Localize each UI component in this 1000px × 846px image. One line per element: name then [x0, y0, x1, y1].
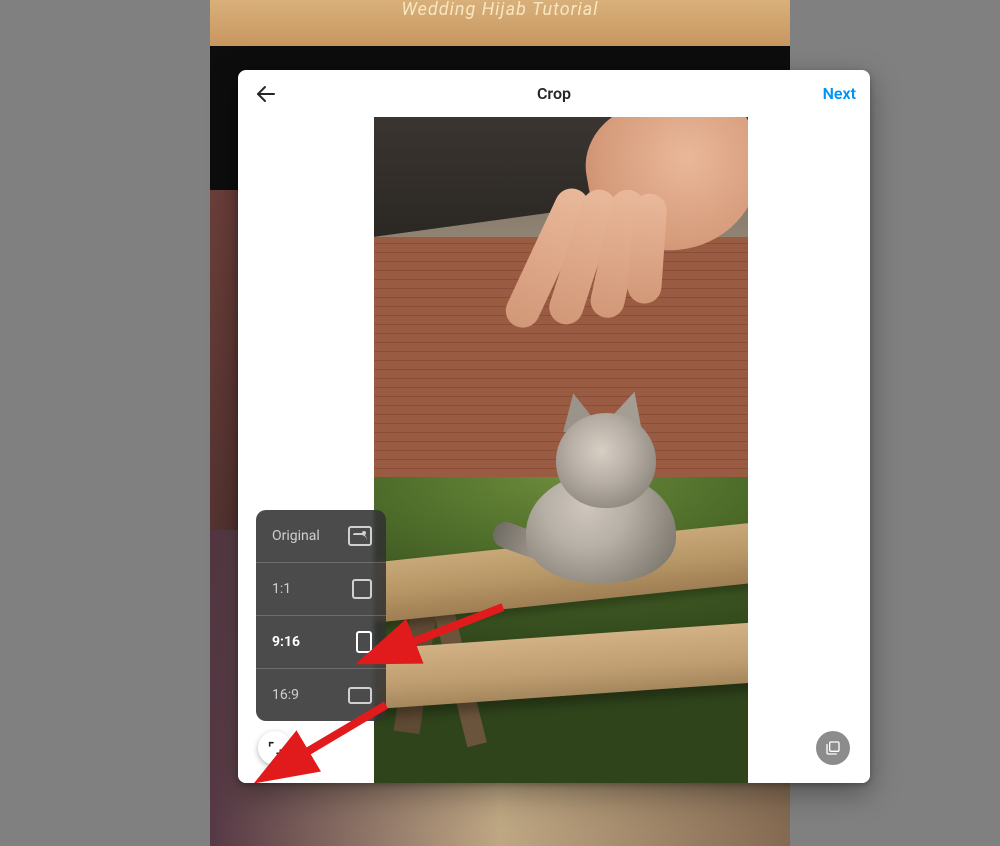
square-icon [352, 579, 372, 599]
aspect-option-label: 1:1 [272, 581, 291, 597]
crop-stage: Original 1:1 9:16 16:9 [238, 117, 870, 783]
image-icon [348, 526, 372, 546]
scene-kitten [501, 383, 691, 583]
header-bar: Crop Next [238, 70, 870, 118]
select-multiple-button[interactable] [816, 731, 850, 765]
background-banner-text: Wedding Hijab Tutorial [210, 0, 790, 20]
back-button[interactable] [246, 70, 286, 117]
crop-dialog: Crop Next [238, 70, 870, 783]
page-title: Crop [537, 84, 571, 103]
expand-icon [267, 740, 283, 756]
landscape-rect-icon [348, 687, 372, 704]
aspect-option-1-1[interactable]: 1:1 [256, 562, 386, 615]
aspect-option-original[interactable]: Original [256, 510, 386, 562]
aspect-ratio-menu: Original 1:1 9:16 16:9 [256, 510, 386, 721]
image-preview[interactable] [374, 117, 748, 783]
scene-hand [487, 117, 748, 388]
portrait-rect-icon [356, 631, 372, 653]
aspect-option-9-16[interactable]: 9:16 [256, 615, 386, 668]
back-arrow-icon [254, 82, 278, 106]
next-button[interactable]: Next [823, 70, 856, 117]
background-video-banner: Wedding Hijab Tutorial [210, 0, 790, 46]
aspect-option-label: 9:16 [272, 634, 300, 650]
stack-icon [825, 740, 841, 756]
aspect-option-label: 16:9 [272, 687, 299, 703]
aspect-option-label: Original [272, 528, 320, 544]
aspect-option-16-9[interactable]: 16:9 [256, 668, 386, 721]
expand-crop-button[interactable] [258, 731, 292, 765]
